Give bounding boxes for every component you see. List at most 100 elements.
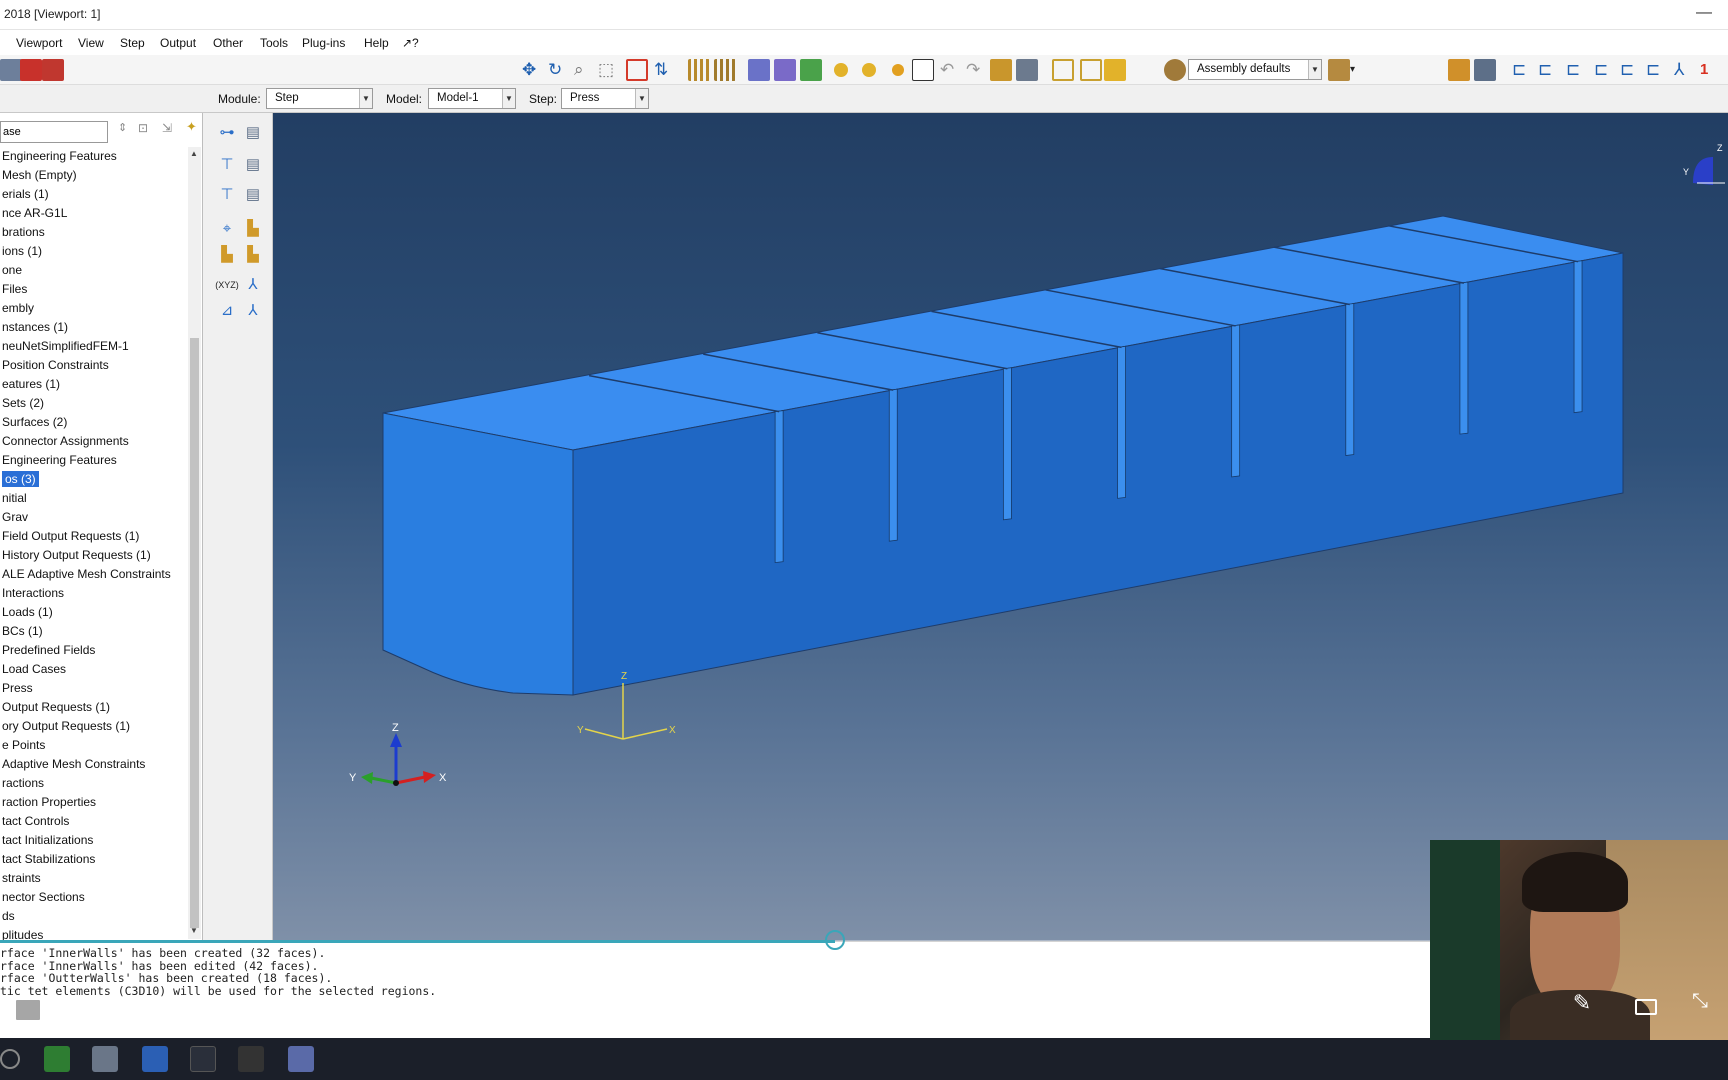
rotate-icon[interactable]: ↻ — [548, 59, 562, 81]
app-icon-2[interactable] — [92, 1046, 118, 1072]
app-icon-1[interactable] — [44, 1046, 70, 1072]
iso-view-icon[interactable] — [1080, 59, 1102, 81]
abaqus-taskbar-icon[interactable] — [288, 1046, 314, 1072]
tree-item[interactable]: Field Output Requests (1) — [0, 527, 139, 546]
tree-item[interactable]: Loads (1) — [0, 603, 53, 622]
tree-item[interactable]: nstances (1) — [0, 318, 68, 337]
tree-item[interactable]: Engineering Features — [0, 451, 117, 470]
table-icon[interactable] — [1474, 59, 1496, 81]
app-icon-5[interactable] — [238, 1046, 264, 1072]
create-step-icon[interactable]: ⊶ — [215, 121, 239, 145]
sphere-icon[interactable] — [892, 64, 904, 76]
tree-item[interactable]: raction Properties — [0, 793, 96, 812]
word-icon[interactable] — [142, 1046, 168, 1072]
viewport[interactable]: Z X Y Z X Y Z Y — [273, 113, 1728, 941]
tree-item[interactable]: Sets (2) — [0, 394, 44, 413]
menu-item[interactable]: Plug-ins — [302, 36, 345, 50]
tree-item[interactable]: Files — [0, 280, 27, 299]
tree-item[interactable]: Output Requests (1) — [0, 698, 110, 717]
datum-csys-icon[interactable]: ⅄ — [241, 299, 265, 323]
tree-item[interactable]: ractions — [0, 774, 44, 793]
tree-scroll-thumb[interactable] — [190, 338, 199, 928]
tree-item[interactable]: Grav — [0, 508, 28, 527]
lightbulb-icon[interactable]: ✦ — [186, 119, 197, 135]
video-scrubber[interactable] — [0, 930, 1430, 950]
menu-item[interactable]: View — [78, 36, 104, 50]
tree-item[interactable]: nitial — [0, 489, 27, 508]
tree-item[interactable]: straints — [0, 869, 41, 888]
zoom-icon[interactable]: ⌕ — [574, 59, 584, 81]
tree-item[interactable]: Position Constraints — [0, 356, 109, 375]
menu-item[interactable]: Viewport — [16, 36, 62, 50]
create-history-output-icon[interactable]: ⊤ — [215, 183, 239, 207]
tree-item[interactable]: brations — [0, 223, 45, 242]
tree-item[interactable]: tact Initializations — [0, 831, 93, 850]
pan-icon[interactable]: ✥ — [522, 59, 536, 81]
tree-item[interactable]: ions (1) — [0, 242, 42, 261]
menu-item[interactable]: Output — [160, 36, 196, 50]
tree-item[interactable]: nector Sections — [0, 888, 85, 907]
tree-item[interactable]: e Points — [0, 736, 45, 755]
tree-item[interactable]: Interactions — [0, 584, 64, 603]
tree-item[interactable]: neuNetSimplifiedFEM-1 — [0, 337, 129, 356]
tree-item[interactable]: embly — [0, 299, 34, 318]
tree-item[interactable]: Mesh (Empty) — [0, 166, 77, 185]
print-icon[interactable] — [42, 59, 64, 81]
tree-item[interactable]: Load Cases — [0, 660, 66, 679]
boolean-2-icon[interactable] — [862, 63, 876, 77]
render-style-select[interactable]: Assembly defaults ▼ — [1188, 59, 1322, 80]
search-icon[interactable] — [0, 1049, 20, 1069]
cycle-views-icon[interactable]: ⇅ — [654, 59, 668, 81]
view-list-icon[interactable] — [688, 59, 710, 81]
render-shaded-icon[interactable] — [800, 59, 822, 81]
auto-fit-icon[interactable] — [626, 59, 648, 81]
expand-icon[interactable]: ⇲ — [162, 121, 172, 135]
tree-item[interactable]: Connector Assignments — [0, 432, 129, 451]
redo-icon[interactable]: ↷ — [966, 59, 980, 81]
color-code-icon[interactable] — [1328, 59, 1350, 81]
controls-icon[interactable]: ▙ — [241, 217, 265, 241]
menu-item[interactable]: Help — [364, 36, 389, 50]
palette-icon[interactable] — [1164, 59, 1186, 81]
triad-xy-icon[interactable]: ⊏ — [1594, 59, 1608, 81]
history-output-manager-icon[interactable]: ▤ — [241, 183, 265, 207]
tree-item[interactable]: ds — [0, 907, 15, 926]
edit-icon[interactable]: ✎ — [1572, 990, 1592, 1016]
tree-item[interactable]: ALE Adaptive Mesh Constraints — [0, 565, 171, 584]
tree-item[interactable]: eatures (1) — [0, 375, 60, 394]
tree-item[interactable]: tact Stabilizations — [0, 850, 95, 869]
tree-item[interactable]: Surfaces (2) — [0, 413, 67, 432]
menu-item[interactable]: Step — [120, 36, 145, 50]
dropdown-icon[interactable]: ▾ — [1350, 59, 1355, 81]
tree-item[interactable]: Press — [0, 679, 33, 698]
open-icon[interactable] — [20, 59, 42, 81]
tree-item[interactable]: Engineering Features — [0, 147, 117, 166]
solver-icon[interactable]: ▙ — [241, 243, 265, 267]
datum-axis-icon[interactable]: ⅄ — [241, 273, 265, 297]
step-manager-icon[interactable]: ▤ — [241, 121, 265, 145]
select-icon[interactable] — [912, 59, 934, 81]
triad-xz-icon[interactable]: ⊏ — [1646, 59, 1660, 81]
tree-item[interactable]: tact Controls — [0, 812, 69, 831]
tree-item[interactable]: History Output Requests (1) — [0, 546, 151, 565]
filter-icon[interactable]: ⊡ — [138, 121, 148, 135]
box-zoom-icon[interactable]: ⬚ — [598, 59, 614, 81]
render-hidden-icon[interactable] — [774, 59, 796, 81]
create-field-output-icon[interactable]: ⊤ — [215, 153, 239, 177]
pause-icon[interactable] — [852, 998, 876, 1024]
module-select[interactable]: Step ▼ — [266, 88, 373, 109]
options-icon[interactable] — [990, 59, 1012, 81]
tree-item[interactable]: BCs (1) — [0, 622, 43, 641]
viewport-number[interactable]: 1 — [1700, 59, 1708, 81]
box-view-icon[interactable] — [1104, 59, 1126, 81]
tree-item[interactable]: erials (1) — [0, 185, 49, 204]
minimize-button[interactable]: — — [1696, 4, 1712, 22]
triad-x-icon[interactable]: ⊏ — [1512, 59, 1526, 81]
tree-item[interactable]: Predefined Fields — [0, 641, 95, 660]
menu-item[interactable]: ↗? — [402, 36, 419, 50]
triad-y-icon[interactable]: ⊏ — [1538, 59, 1552, 81]
tree-filter-select[interactable]: ase — [0, 121, 108, 143]
menu-item[interactable]: Other — [213, 36, 243, 50]
triad-z-icon[interactable]: ⊏ — [1566, 59, 1580, 81]
field-output-manager-icon[interactable]: ▤ — [241, 153, 265, 177]
